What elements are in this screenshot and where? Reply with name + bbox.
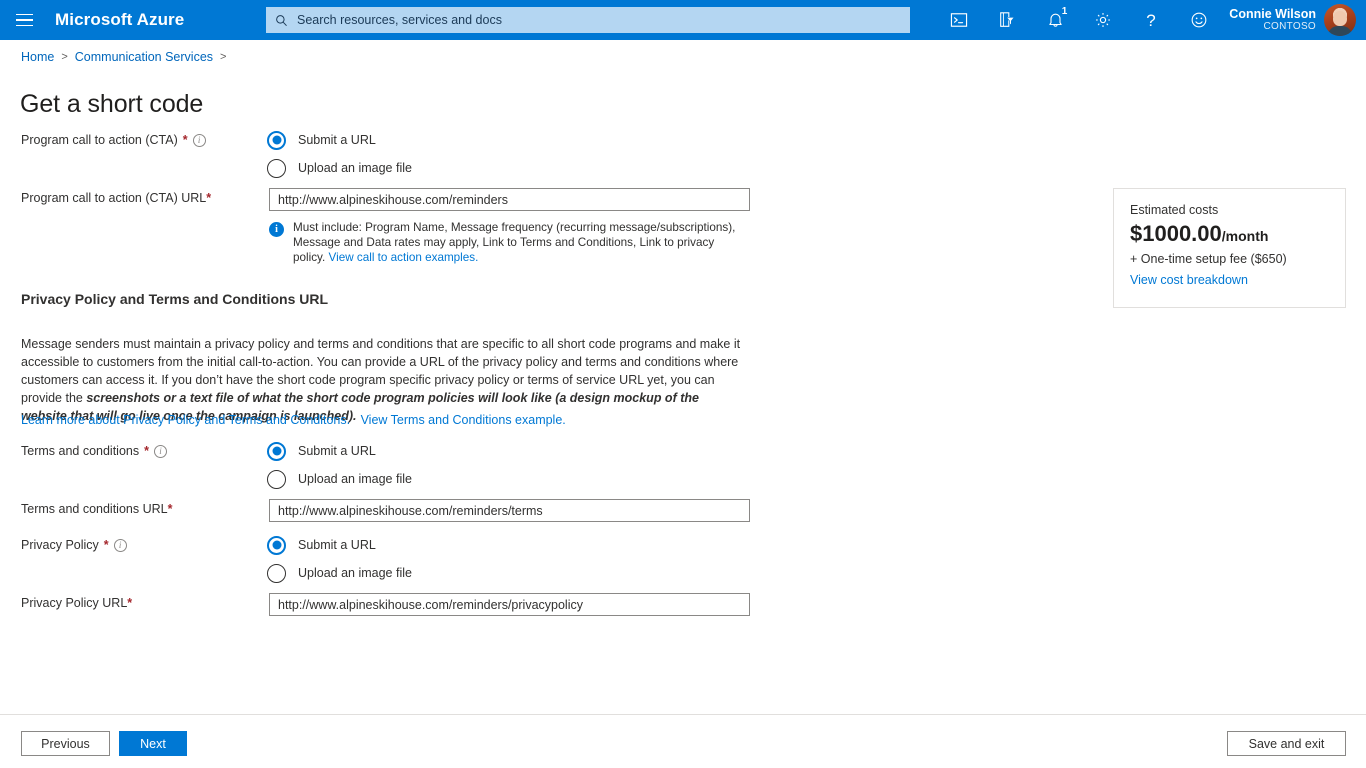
- help-question-icon[interactable]: ?: [1127, 0, 1175, 40]
- radio-indicator[interactable]: [267, 470, 286, 489]
- privacy-url-input[interactable]: [269, 593, 750, 616]
- notification-badge: 1: [1062, 7, 1068, 17]
- privacy-option-submit-url[interactable]: Submit a URL: [267, 531, 412, 559]
- info-filled-icon: i: [269, 222, 284, 237]
- breadcrumb-item-home[interactable]: Home: [21, 50, 54, 64]
- terms-label: Terms and conditions * i: [21, 444, 167, 458]
- directory-filter-icon[interactable]: [983, 0, 1031, 40]
- cta-option-label: Upload an image file: [298, 161, 412, 175]
- radio-indicator[interactable]: [267, 131, 286, 150]
- cloud-shell-icon[interactable]: [935, 0, 983, 40]
- radio-indicator[interactable]: [267, 442, 286, 461]
- search-icon: [275, 14, 288, 27]
- form-footer: Previous Next Save and exit: [0, 714, 1366, 768]
- topbar-icon-group: 1 ? Connie Wilson: [935, 0, 1366, 40]
- radio-indicator[interactable]: [267, 536, 286, 555]
- privacy-option-label: Submit a URL: [298, 538, 376, 552]
- view-cta-examples-link[interactable]: View call to action examples.: [329, 251, 479, 264]
- breadcrumb: Home > Communication Services >: [21, 50, 226, 64]
- notifications-bell-icon[interactable]: 1: [1031, 0, 1079, 40]
- feedback-smiley-icon[interactable]: [1175, 0, 1223, 40]
- privacy-option-upload-image[interactable]: Upload an image file: [267, 559, 412, 587]
- cta-hint-text: Must include: Program Name, Message freq…: [293, 220, 749, 265]
- cta-required-mark: *: [183, 133, 188, 147]
- settings-gear-icon[interactable]: [1079, 0, 1127, 40]
- previous-button[interactable]: Previous: [21, 731, 110, 756]
- cost-amount: $1000.00/month: [1130, 223, 1329, 245]
- azure-top-bar: Microsoft Azure: [0, 0, 1366, 40]
- hamburger-bar: [16, 14, 33, 16]
- cta-label-text: Program call to action (CTA): [21, 133, 178, 147]
- privacy-url-required-mark: *: [127, 596, 132, 610]
- hamburger-bar: [16, 25, 33, 27]
- hamburger-bar: [16, 19, 33, 21]
- terms-required-mark: *: [144, 444, 149, 458]
- privacy-section-paragraph: Message senders must maintain a privacy …: [21, 335, 743, 426]
- view-terms-example-link[interactable]: View Terms and Conditions example.: [361, 413, 566, 427]
- breadcrumb-item-communication-services[interactable]: Communication Services: [75, 50, 213, 64]
- terms-label-text: Terms and conditions: [21, 444, 139, 458]
- info-circle-icon[interactable]: i: [114, 539, 127, 552]
- privacy-section-links: Learn more about Privacy Policy and Term…: [21, 413, 566, 427]
- cta-option-upload-image[interactable]: Upload an image file: [267, 154, 412, 182]
- info-circle-icon[interactable]: i: [154, 445, 167, 458]
- privacy-url-label-text: Privacy Policy URL: [21, 596, 127, 610]
- radio-indicator[interactable]: [267, 564, 286, 583]
- breadcrumb-separator: >: [220, 51, 226, 63]
- global-search[interactable]: [266, 7, 910, 33]
- search-input[interactable]: [295, 12, 855, 28]
- cta-url-input[interactable]: [269, 188, 750, 211]
- terms-option-upload-image[interactable]: Upload an image file: [267, 465, 412, 493]
- cost-amount-period: /month: [1222, 228, 1269, 244]
- cost-amount-value: $1000.00: [1130, 221, 1222, 246]
- user-tenant: CONTOSO: [1229, 21, 1316, 33]
- next-button[interactable]: Next: [119, 731, 187, 756]
- cta-option-label: Submit a URL: [298, 133, 376, 147]
- terms-option-submit-url[interactable]: Submit a URL: [267, 437, 412, 465]
- radio-indicator[interactable]: [267, 159, 286, 178]
- cta-url-required-mark: *: [206, 191, 211, 205]
- terms-url-required-mark: *: [168, 502, 173, 516]
- terms-url-input[interactable]: [269, 499, 750, 522]
- terms-option-label: Upload an image file: [298, 472, 412, 486]
- user-account-menu[interactable]: Connie Wilson CONTOSO: [1223, 0, 1366, 40]
- cta-url-label-text: Program call to action (CTA) URL: [21, 191, 206, 205]
- terms-url-label: Terms and conditions URL *: [21, 502, 172, 516]
- privacy-label: Privacy Policy * i: [21, 538, 127, 552]
- privacy-section-heading: Privacy Policy and Terms and Conditions …: [21, 291, 328, 307]
- learn-more-privacy-link[interactable]: Learn more about Privacy Policy and Term…: [21, 413, 350, 427]
- user-name: Connie Wilson: [1229, 7, 1316, 21]
- view-cost-breakdown-link[interactable]: View cost breakdown: [1130, 273, 1248, 287]
- terms-radio-group: Submit a URL Upload an image file: [267, 437, 412, 493]
- privacy-required-mark: *: [104, 538, 109, 552]
- cta-hint-message: i Must include: Program Name, Message fr…: [269, 220, 749, 265]
- privacy-url-label: Privacy Policy URL *: [21, 596, 132, 610]
- svg-text:?: ?: [1147, 11, 1156, 30]
- terms-url-label-text: Terms and conditions URL: [21, 502, 168, 516]
- estimated-costs-card: Estimated costs $1000.00/month + One-tim…: [1113, 188, 1346, 308]
- save-and-exit-button[interactable]: Save and exit: [1227, 731, 1346, 756]
- info-circle-icon[interactable]: i: [193, 134, 206, 147]
- cost-setup-fee: + One-time setup fee ($650): [1130, 252, 1329, 266]
- cta-url-label: Program call to action (CTA) URL *: [21, 191, 211, 205]
- cta-label: Program call to action (CTA) * i: [21, 133, 206, 147]
- privacy-radio-group: Submit a URL Upload an image file: [267, 531, 412, 587]
- terms-option-label: Submit a URL: [298, 444, 376, 458]
- privacy-option-label: Upload an image file: [298, 566, 412, 580]
- privacy-label-text: Privacy Policy: [21, 538, 99, 552]
- avatar[interactable]: [1324, 4, 1356, 36]
- cost-card-title: Estimated costs: [1130, 203, 1329, 217]
- brand-title[interactable]: Microsoft Azure: [55, 10, 184, 30]
- cta-option-submit-url[interactable]: Submit a URL: [267, 126, 412, 154]
- cta-radio-group: Submit a URL Upload an image file: [267, 126, 412, 182]
- hamburger-icon[interactable]: [0, 0, 48, 40]
- page-title: Get a short code: [20, 90, 203, 119]
- breadcrumb-separator: >: [61, 51, 67, 63]
